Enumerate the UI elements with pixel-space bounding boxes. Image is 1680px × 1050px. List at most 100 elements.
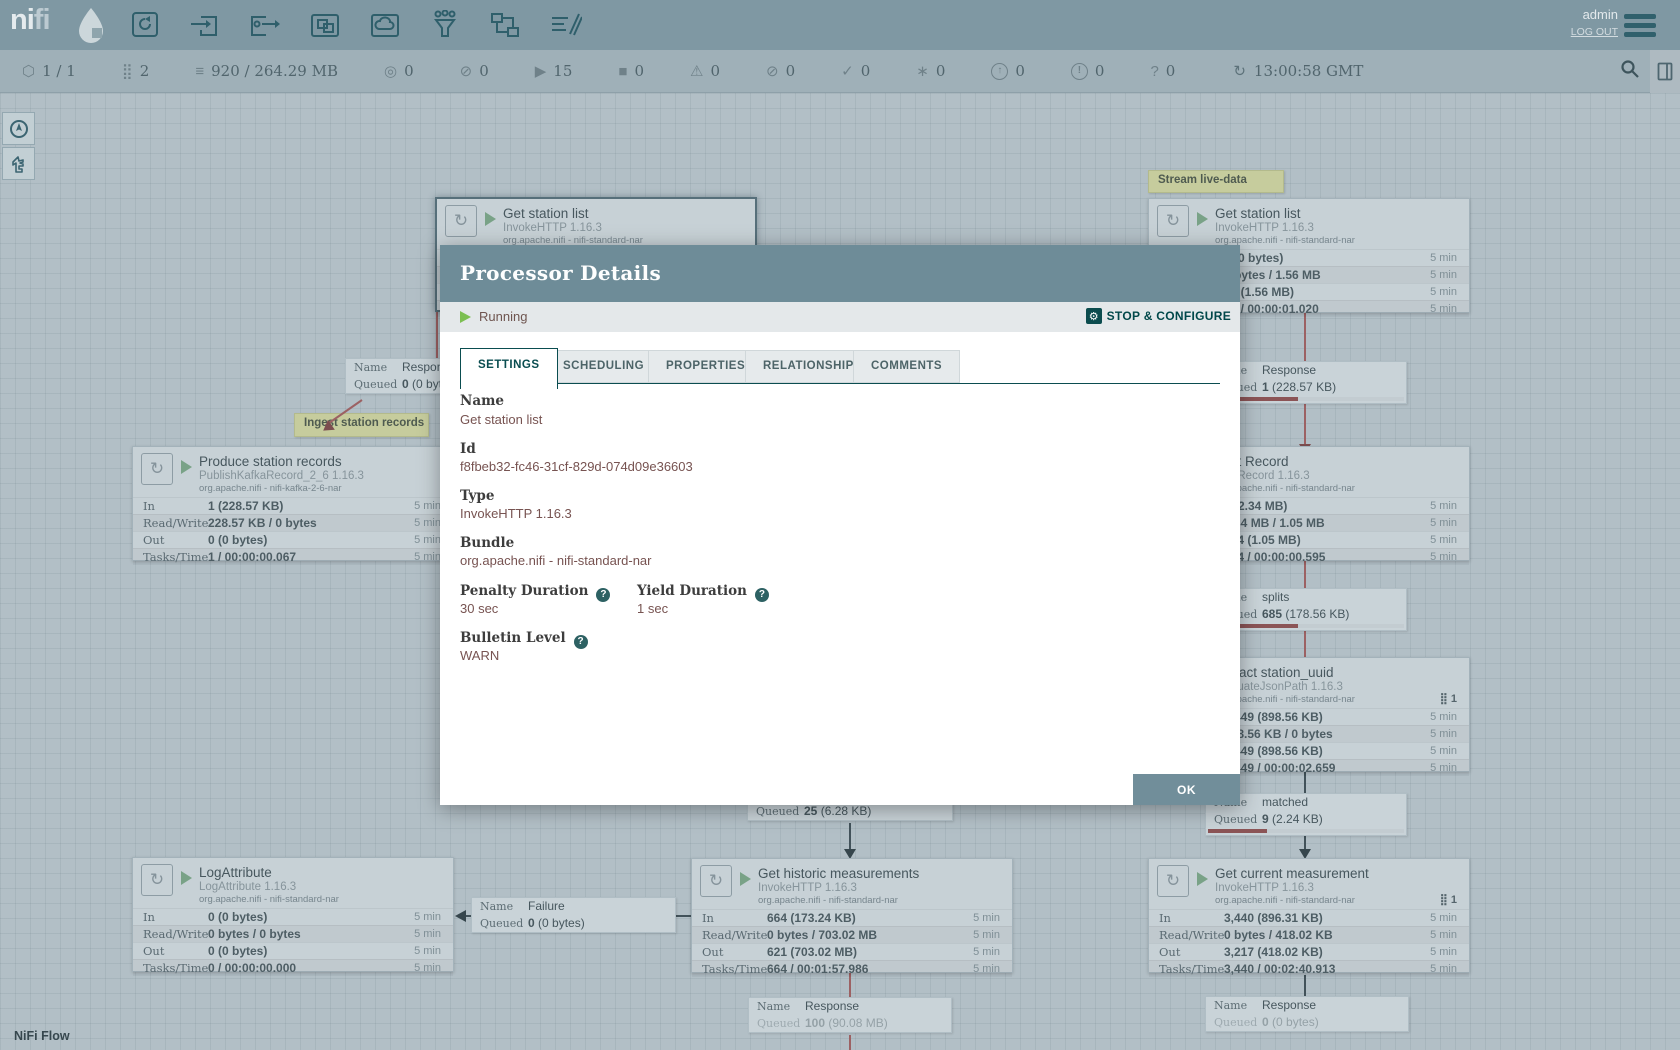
status-item-threads-grid: ⣿2 (122, 62, 150, 80)
drag-label-icon[interactable] (548, 10, 582, 40)
connection-label-response-bottom-center[interactable]: NameResponseQueued100 (90.08 MB) (748, 997, 952, 1033)
status-item-queued-list: ≡920 / 264.29 MB (195, 62, 338, 80)
drag-process-group-icon[interactable] (308, 10, 342, 40)
drag-remote-process-group-icon[interactable] (368, 10, 402, 40)
processor-type-icon: ↻ (445, 205, 477, 237)
ok-button[interactable]: OK (1133, 774, 1240, 805)
tab-scheduling[interactable]: SCHEDULING (545, 350, 662, 383)
running-status-icon (181, 460, 192, 474)
penalty-duration-label: Penalty Duration? (460, 583, 610, 602)
help-icon[interactable]: ? (596, 588, 610, 602)
status-value: 0 (1095, 62, 1105, 80)
processor-logattribute[interactable]: ↻LogAttributeLogAttribute 1.16.3org.apac… (132, 857, 454, 972)
tab-underline (460, 383, 1220, 384)
bulletin-level-value: WARN (460, 648, 499, 663)
logout-link[interactable]: LOG OUT (1571, 26, 1618, 38)
navigate-palette-button[interactable] (2, 112, 35, 145)
status-value: 0 (786, 62, 796, 80)
stop-configure-gear-icon: ⚙ (1086, 308, 1102, 324)
flow-label-ingest-station-records[interactable]: Ingest station records (294, 413, 429, 437)
modified-stale-icon: ! (1071, 63, 1088, 80)
processor-details-dialog: Processor Details Running ⚙ STOP & CONFI… (440, 245, 1240, 805)
dialog-header: Processor Details (440, 245, 1240, 302)
processor-title: Get station list (503, 206, 589, 221)
processor-stat-row: Tasks/Time3,440 / 00:02:40.9135 min (1149, 960, 1469, 977)
tab-settings[interactable]: SETTINGS (460, 348, 558, 389)
processor-stat-row: Read/Write228.57 KB / 0 bytes5 min (133, 514, 453, 531)
status-value: 0 (634, 62, 644, 80)
status-value: 0 (404, 62, 414, 80)
type-field-value: InvokeHTTP 1.16.3 (460, 506, 572, 521)
status-item-running: ▶15 (535, 62, 573, 80)
name-field-value: Get station list (460, 412, 542, 427)
bulletin-level-label: Bulletin Level? (460, 630, 588, 649)
connection-queued-row: Queued9 (2.24 KB) (1206, 811, 1406, 828)
global-menu-icon[interactable] (1624, 14, 1656, 38)
search-button[interactable] (1610, 59, 1650, 84)
disabled-icon: ⊘ (766, 64, 779, 79)
processor-stat-row: Out0 (0 bytes)5 min (133, 942, 453, 959)
processor-stat-row: Out0 (0 bytes)5 min (133, 531, 453, 548)
drag-input-port-icon[interactable] (188, 10, 222, 40)
status-value: 0 (936, 62, 946, 80)
help-icon[interactable]: ? (755, 588, 769, 602)
connection-queued-row: Queued0 (0 bytes) (472, 915, 675, 932)
running-status-icon (1197, 872, 1208, 886)
status-value: 0 (710, 62, 720, 80)
transmitting-icon: ◎ (384, 64, 397, 79)
flow-label-stream-live-data[interactable]: Stream live-data (1148, 170, 1284, 193)
current-user: admin (1571, 7, 1618, 22)
processor-bundle: org.apache.nifi - nifi-standard-nar (758, 895, 898, 906)
processor-stat-row: In3,440 (896.31 KB)5 min (1149, 909, 1469, 926)
drag-template-icon[interactable] (488, 10, 522, 40)
dialog-title: Processor Details (460, 245, 661, 302)
drag-output-port-icon[interactable] (248, 10, 282, 40)
processor-type: InvokeHTTP 1.16.3 (1215, 882, 1314, 894)
processor-bundle: org.apache.nifi - nifi-standard-nar (199, 894, 339, 905)
status-value: 0 (1166, 62, 1176, 80)
running-status-icon (1197, 212, 1208, 226)
status-item-not-transmitting: ⊘0 (460, 62, 489, 80)
not-transmitting-icon: ⊘ (460, 64, 473, 79)
connection-label-response-bottom-right[interactable]: NameResponseQueued0 (0 bytes) (1205, 996, 1409, 1032)
stop-configure-label: STOP & CONFIGURE (1107, 309, 1231, 323)
drag-funnel-icon[interactable] (428, 10, 462, 40)
running-icon: ▶ (535, 64, 547, 79)
status-value: 1 / 1 (42, 62, 76, 80)
running-status-label: Running (479, 309, 527, 324)
processor-stat-row: In664 (173.24 KB)5 min (692, 909, 1012, 926)
connection-name-row: NameResponse (1206, 997, 1408, 1014)
refresh-status[interactable]: ↻ 13:00:58 GMT (1233, 62, 1363, 80)
nifi-logo[interactable]: nifi (10, 4, 50, 37)
refresh-time: 13:00:58 GMT (1254, 62, 1363, 80)
hand-icon (8, 153, 30, 175)
type-field-label: Type (460, 488, 494, 504)
processor-get-historic-measurements[interactable]: ↻Get historic measurementsInvokeHTTP 1.1… (691, 858, 1013, 973)
processor-title: Get station list (1215, 206, 1301, 221)
breadcrumb[interactable]: NiFi Flow (14, 1029, 70, 1043)
processor-bundle: org.apache.nifi - nifi-kafka-2-6-nar (199, 483, 342, 494)
threads-grid-icon: ⣿ (122, 64, 133, 79)
drag-processor-icon[interactable] (128, 10, 162, 40)
processor-stat-row: In1 (228.57 KB)5 min (133, 497, 453, 514)
compass-icon (8, 118, 30, 140)
status-history-panel-button[interactable] (1650, 50, 1680, 93)
nifi-drop-icon (76, 6, 106, 44)
help-icon[interactable]: ? (574, 635, 588, 649)
connection-label-failure[interactable]: NameFailureQueued0 (0 bytes) (471, 897, 676, 933)
processor-stat-row: Read/Write0 bytes / 418.02 KB5 min (1149, 926, 1469, 943)
operate-palette-button[interactable] (2, 147, 35, 180)
processor-type: LogAttribute 1.16.3 (199, 881, 296, 893)
processor-get-current-measurement[interactable]: ↻Get current measurementInvokeHTTP 1.16.… (1148, 858, 1470, 973)
status-value: 0 (861, 62, 871, 80)
stop-and-configure-button[interactable]: ⚙ STOP & CONFIGURE (1086, 308, 1231, 324)
sync-failure-icon: ? (1150, 64, 1158, 79)
refresh-icon[interactable]: ↻ (1233, 64, 1246, 79)
processor-produce-station-records[interactable]: ↻Produce station recordsPublishKafkaReco… (132, 446, 454, 561)
connection-queued-row: Queued25 (6.28 KB) (748, 803, 952, 820)
status-value: 0 (479, 62, 489, 80)
up-to-date-icon: ✓ (841, 64, 854, 79)
status-item-invalid: ⚠0 (690, 62, 720, 80)
tab-comments[interactable]: COMMENTS (853, 350, 960, 383)
processor-bundle: org.apache.nifi - nifi-standard-nar (1215, 895, 1355, 906)
